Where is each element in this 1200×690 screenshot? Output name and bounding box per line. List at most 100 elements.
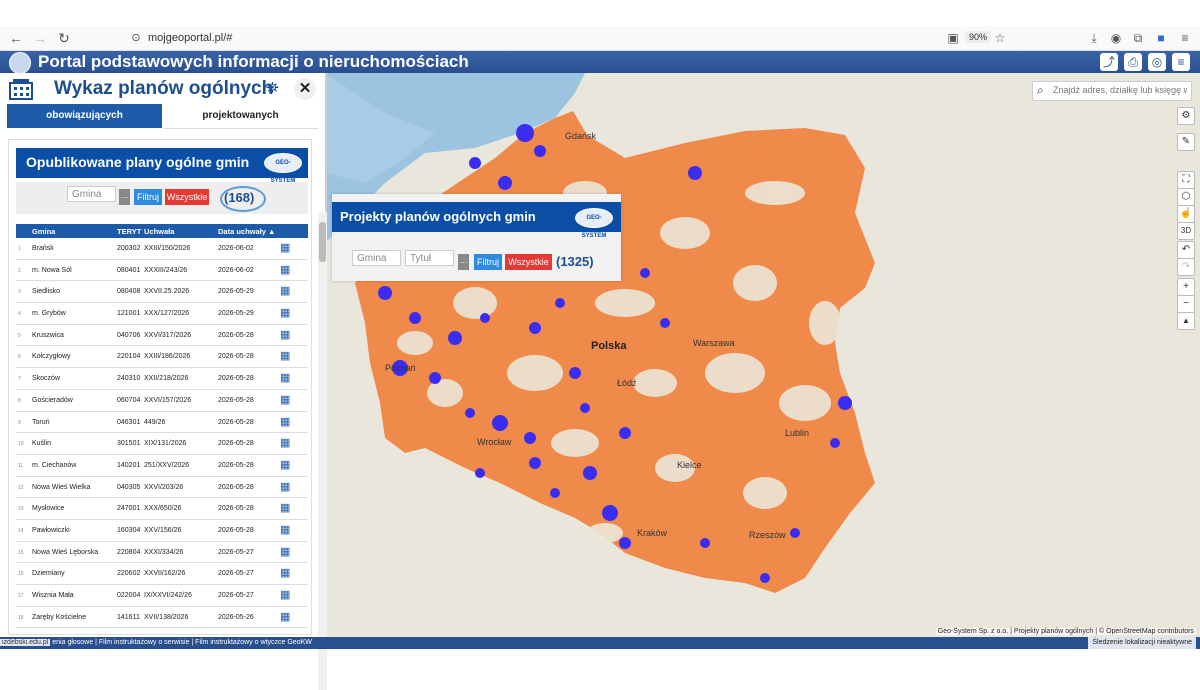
redo-icon[interactable]: ↷ xyxy=(1177,258,1195,276)
scroll-thumb[interactable] xyxy=(319,222,326,262)
locate-icon[interactable]: ◎ xyxy=(1148,53,1166,71)
share-icon[interactable]: ⤴ xyxy=(1100,53,1118,71)
scrollbar[interactable] xyxy=(318,212,327,690)
print-icon[interactable]: ⎙ xyxy=(1124,53,1142,71)
forward-icon[interactable]: → xyxy=(32,30,48,46)
table-row[interactable]: 14 Pawłowiczki 160304 XXV/156/26 2026-05-28 ▦ xyxy=(16,520,308,542)
table-row[interactable]: 17 Wisznia Mała 022004 IX/XXVI/242/26 2026-0… xyxy=(16,585,308,607)
show-on-map-icon[interactable]: ▦ xyxy=(280,546,294,558)
north-arrow-icon[interactable]: ▲ xyxy=(1177,312,1195,330)
show-on-map-icon[interactable]: ▦ xyxy=(280,350,294,362)
pan-icon[interactable]: ☝ xyxy=(1177,205,1195,223)
show-all-button[interactable]: Wszystkie xyxy=(165,189,209,205)
show-on-map-icon[interactable]: ▦ xyxy=(280,416,294,428)
table-row[interactable]: 1 Brańsk 200302 XXIII/150/2026 2026-06-02 ▦ xyxy=(16,238,308,260)
3d-button[interactable]: 3D xyxy=(1177,222,1195,240)
show-on-map-icon[interactable]: ▦ xyxy=(280,567,294,579)
table-row[interactable]: 15 Nowa Wieś Lęborska 220804 XXXI/334/26 202… xyxy=(16,542,308,564)
table-row[interactable]: 7 Skoczów 240310 XXII/218/2026 2026-05-28 ▦ xyxy=(16,368,308,390)
gmina-input[interactable]: Gmina xyxy=(352,250,401,266)
reader-icon[interactable]: ▣ xyxy=(946,31,960,45)
menu-icon[interactable]: ≡ xyxy=(1172,53,1190,71)
draw-icon[interactable]: ✎ xyxy=(1177,133,1195,151)
column-header-uchwala[interactable]: Uchwała xyxy=(144,227,174,236)
polygon-icon[interactable]: ⬡ xyxy=(1177,188,1195,206)
undo-icon[interactable]: ↶ xyxy=(1177,241,1195,259)
table-row[interactable]: 8 Gościeradów 060704 XXVI/157/2026 2026-05-2… xyxy=(16,390,308,412)
cell-teryt: 040305 xyxy=(117,483,141,491)
table-row[interactable]: 9 Toruń 046301 449/26 2026-05-28 ▦ xyxy=(16,412,308,434)
map-view[interactable]: Gdańsk Polska Warszawa Łódź Wrocław Kiel… xyxy=(325,73,1200,637)
fullscreen-icon[interactable]: ⛶ xyxy=(1177,171,1195,189)
gmina-input[interactable]: Gmina xyxy=(67,186,116,202)
show-on-map-icon[interactable]: ▦ xyxy=(280,611,294,623)
show-on-map-icon[interactable]: ▦ xyxy=(280,264,294,276)
cell-uchwala: XXII/218/2026 xyxy=(144,375,189,383)
table-row[interactable]: 12 Nowa Wieś Wielka 040305 XXVI/203/26 2026-… xyxy=(16,477,308,499)
building-icon xyxy=(9,79,33,100)
tab-projected[interactable]: projektowanych xyxy=(163,104,318,129)
column-header-teryt[interactable]: TERYT xyxy=(117,227,141,236)
table-row[interactable]: 11 m. Ciechanów 140201 251/XXV/2026 2026-05-… xyxy=(16,455,308,477)
table-row[interactable]: 4 m. Grybów 121001 XXX/127/2026 2026-05-29 ▦ xyxy=(16,303,308,325)
show-on-map-icon[interactable]: ▦ xyxy=(280,459,294,471)
show-on-map-icon[interactable]: ▦ xyxy=(280,589,294,601)
address-bar[interactable]: mojgeoportal.pl/# xyxy=(148,30,232,46)
reload-icon[interactable]: ↻ xyxy=(56,30,72,46)
zoom-out-button[interactable]: − xyxy=(1177,295,1195,313)
zoom-level[interactable]: 90% xyxy=(965,31,992,43)
column-header-data[interactable]: Data uchwały ▲ xyxy=(218,227,275,236)
show-on-map-icon[interactable]: ▦ xyxy=(280,437,294,449)
show-on-map-icon[interactable]: ▦ xyxy=(280,481,294,493)
show-on-map-icon[interactable]: ▦ xyxy=(280,242,294,254)
title-input[interactable]: Tytuł xyxy=(405,250,454,266)
zoom-in-button[interactable]: + xyxy=(1177,278,1195,296)
more-button[interactable]: ... xyxy=(458,254,469,270)
cell-data: 2026-05-28 xyxy=(218,461,254,469)
table-row[interactable]: 2 m. Nowa Sól 080401 XXXIII/243/26 2026-06-0… xyxy=(16,260,308,282)
address-search-input[interactable]: ⌕ Znajdź adres, działkę lub księgę wiecz… xyxy=(1032,81,1192,101)
status-text[interactable]: enia głosowe | Film instruktażowy o serw… xyxy=(52,639,312,646)
show-on-map-icon[interactable]: ▦ xyxy=(280,394,294,406)
bookmark-icon[interactable]: ☆ xyxy=(993,31,1007,45)
cell-data: 2026-05-28 xyxy=(218,375,254,383)
map-pin-icon[interactable]: ⛯ xyxy=(266,80,279,98)
show-on-map-icon[interactable]: ▦ xyxy=(280,329,294,341)
settings-icon[interactable]: ⚙ xyxy=(1177,107,1195,125)
extension-icon[interactable]: ■ xyxy=(1154,31,1168,45)
cell-gmina: m. Ciechanów xyxy=(32,461,77,469)
site-info-icon[interactable]: ⊙ xyxy=(128,30,144,46)
site-link[interactable]: izdebski.edu.pl xyxy=(0,639,51,646)
search-placeholder: Znajdź adres, działkę lub księgę wieczys… xyxy=(1053,85,1187,95)
map-label: Rzeszów xyxy=(749,530,786,540)
table-row[interactable]: 13 Mysłowice 247001 XXX/650/26 2026-05-28 ▦ xyxy=(16,498,308,520)
account-icon[interactable]: ◉ xyxy=(1109,31,1123,45)
show-on-map-icon[interactable]: ▦ xyxy=(280,524,294,536)
row-number: 1 xyxy=(18,246,21,252)
extensions-icon[interactable]: ⧉ xyxy=(1131,31,1145,45)
map-attribution: Geo-System Sp. z o.o. | Projekty planów … xyxy=(935,628,1196,635)
panel-header: Wykaz planów ogólnych ⛯ ✕ xyxy=(0,73,325,105)
table-row[interactable]: 16 Dziemiany 220602 XXVII/162/26 2026-05-27 ▦ xyxy=(16,563,308,585)
menu-icon[interactable]: ≡ xyxy=(1178,31,1192,45)
table-row[interactable]: 6 Kołczygłowy 220104 XXIII/186/2026 2026-05-… xyxy=(16,346,308,369)
table-row[interactable]: 3 Siedlisko 080408 XXVII.25.2026 2026-05-29 ▦ xyxy=(16,281,308,304)
show-on-map-icon[interactable]: ▦ xyxy=(280,372,294,384)
back-icon[interactable]: ← xyxy=(8,30,24,46)
table-row[interactable]: 10 Kuślin 301501 XIX/131/2026 2026-05-28 ▦ xyxy=(16,433,308,455)
more-button[interactable]: ... xyxy=(119,189,130,205)
show-on-map-icon[interactable]: ▦ xyxy=(280,502,294,514)
download-icon[interactable]: ⤓ xyxy=(1087,31,1101,45)
column-header-gmina[interactable]: Gmina xyxy=(32,227,55,236)
table-row[interactable]: 18 Zaręby Kościelne 141611 XVII/138/2026 202… xyxy=(16,607,308,629)
show-all-button[interactable]: Wszystkie xyxy=(505,254,552,270)
show-on-map-icon[interactable]: ▦ xyxy=(280,307,294,319)
status-bar: izdebski.edu.pl enia głosowe | Film inst… xyxy=(0,637,1200,649)
close-button[interactable]: ✕ xyxy=(294,78,316,100)
table-row[interactable]: 5 Kruszwica 040706 XXVI/317/2026 2026-05-28 ▦ xyxy=(16,325,308,347)
show-on-map-icon[interactable]: ▦ xyxy=(280,285,294,297)
tab-adopted[interactable]: obowiązujących xyxy=(7,104,162,128)
filter-button[interactable]: Filtruj xyxy=(134,189,162,205)
filter-button[interactable]: Filtruj xyxy=(474,254,502,270)
row-number: 15 xyxy=(18,549,24,556)
